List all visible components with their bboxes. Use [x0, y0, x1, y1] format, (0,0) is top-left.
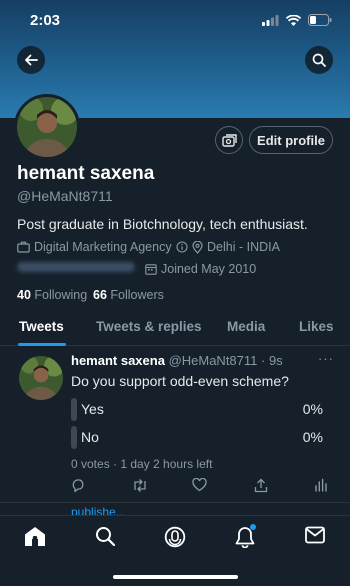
info-icon[interactable] — [176, 241, 188, 253]
tweet-divider — [0, 502, 350, 503]
signal-icon — [262, 14, 279, 26]
spaces-icon[interactable] — [164, 526, 186, 548]
briefcase-icon — [17, 241, 30, 253]
avatar-photo — [17, 97, 77, 157]
tweet-text: Do you support odd-even scheme? — [71, 373, 289, 389]
profile-website[interactable] — [17, 262, 135, 272]
tab-tweets[interactable]: Tweets — [19, 319, 64, 334]
tweet-more-button[interactable]: ··· — [318, 351, 334, 366]
battery-icon — [308, 14, 332, 26]
profile-bio: Post graduate in Biotchnology, tech enth… — [17, 216, 308, 232]
home-icon[interactable] — [24, 526, 46, 547]
retweet-icon[interactable] — [132, 478, 148, 493]
active-tab-indicator — [18, 343, 66, 346]
back-arrow-icon — [25, 54, 38, 66]
joined-text: Joined May 2010 — [161, 262, 257, 276]
tab-tweets-replies[interactable]: Tweets & replies — [96, 319, 202, 334]
followers-label: Followers — [110, 288, 164, 302]
edit-profile-button[interactable]: Edit profile — [249, 126, 333, 154]
analytics-icon[interactable] — [314, 478, 328, 492]
poll-footer: 0 votes · 1 day 2 hours left — [71, 457, 213, 471]
tab-media[interactable]: Media — [227, 319, 265, 334]
tweet-header: hemant saxena @HeMaNt8711 · 9s — [71, 353, 283, 368]
poll-option-percent: 0% — [302, 429, 323, 445]
profile-handle: @HeMaNt8711 — [17, 188, 113, 204]
following-link[interactable]: 40 Following — [17, 288, 87, 302]
followers-count: 66 — [93, 288, 107, 302]
tweet-author-name[interactable]: hemant saxena — [71, 353, 165, 368]
poll-option-label: Yes — [81, 401, 104, 417]
poll-bar — [71, 398, 77, 421]
profile-avatar[interactable] — [14, 94, 80, 160]
professional-tools-button[interactable] — [215, 126, 243, 154]
tweet-actions — [71, 478, 329, 498]
reply-icon[interactable] — [71, 478, 86, 493]
avatar-photo — [19, 356, 63, 400]
following-label: Following — [34, 288, 88, 302]
analytics-camera-icon — [221, 133, 237, 147]
following-count: 40 — [17, 288, 31, 302]
profile-location: Delhi - INDIA — [192, 240, 280, 254]
search-icon[interactable] — [95, 526, 115, 546]
profile-name: hemant saxena — [17, 163, 155, 184]
home-indicator — [113, 575, 238, 579]
poll-option-label: No — [81, 429, 99, 445]
messages-icon[interactable] — [305, 526, 325, 544]
location-pin-icon — [192, 240, 203, 254]
tweet-handle-time: @HeMaNt8711 · 9s — [168, 353, 283, 368]
profile-joined: Joined May 2010 — [145, 262, 256, 276]
poll-option-no: No 0% — [71, 425, 323, 449]
search-icon — [312, 53, 326, 67]
share-icon[interactable] — [254, 478, 268, 493]
tab-likes[interactable]: Likes — [299, 319, 334, 334]
poll-option-percent: 0% — [302, 401, 323, 417]
status-time: 2:03 — [30, 12, 61, 29]
status-bar: 2:03 — [0, 0, 350, 40]
tweet-avatar[interactable] — [19, 356, 63, 400]
poll-option-yes: Yes 0% — [71, 397, 323, 421]
wifi-icon — [286, 14, 301, 26]
profile-tabs: Tweets Tweets & replies Media Likes — [0, 312, 350, 346]
back-button[interactable] — [17, 46, 45, 74]
profile-category: Digital Marketing Agency — [17, 240, 188, 254]
poll-bar — [71, 426, 77, 449]
like-icon[interactable] — [192, 478, 207, 492]
calendar-icon — [145, 264, 157, 275]
followers-link[interactable]: 66 Followers — [93, 288, 164, 302]
category-text: Digital Marketing Agency — [34, 240, 172, 254]
location-text: Delhi - INDIA — [207, 240, 280, 254]
search-button[interactable] — [305, 46, 333, 74]
notification-badge — [250, 524, 256, 530]
redacted-link — [17, 262, 135, 272]
